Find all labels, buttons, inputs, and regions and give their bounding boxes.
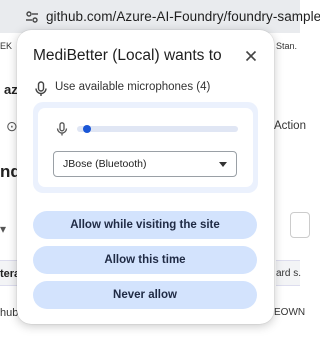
bg-fragment: EK xyxy=(0,41,13,51)
chevron-down-icon xyxy=(219,162,227,167)
microphone-icon xyxy=(35,81,47,96)
bg-fragment: Action xyxy=(274,120,306,132)
close-icon[interactable] xyxy=(241,46,261,66)
tune-icon[interactable] xyxy=(22,7,42,27)
microphone-level-icon xyxy=(56,122,68,136)
bg-input-edge xyxy=(290,212,310,238)
address-bar[interactable]: github.com/Azure-AI-Foundry/foundry-samp… xyxy=(0,0,320,33)
bg-fragment: az xyxy=(4,82,18,97)
microphone-level-indicator xyxy=(83,125,92,133)
bg-circle-icon: ⊙ xyxy=(6,118,18,134)
allow-while-visiting-button[interactable]: Allow while visiting the site xyxy=(33,211,257,239)
bg-chevron-icon: ▾ xyxy=(0,222,7,236)
bg-fragment: hub xyxy=(0,307,19,319)
bg-fragment: EOWN xyxy=(274,307,306,318)
popup-title: MediBetter (Local) wants to xyxy=(33,47,222,64)
permission-popup: MediBetter (Local) wants to Use availabl… xyxy=(17,30,274,324)
microphone-level-meter xyxy=(77,125,238,133)
selected-device-label: JBose (Bluetooth) xyxy=(63,158,147,170)
microphone-device-select[interactable]: JBose (Bluetooth) xyxy=(53,151,237,177)
bg-fragment: Stan. xyxy=(276,41,298,51)
url-text[interactable]: github.com/Azure-AI-Foundry/foundry-samp… xyxy=(46,9,320,24)
allow-this-time-button[interactable]: Allow this time xyxy=(33,246,257,274)
microphone-panel xyxy=(33,102,258,193)
bg-fragment: ard s. xyxy=(276,268,302,279)
permission-label: Use available microphones (4) xyxy=(55,81,211,93)
never-allow-button[interactable]: Never allow xyxy=(33,281,257,309)
